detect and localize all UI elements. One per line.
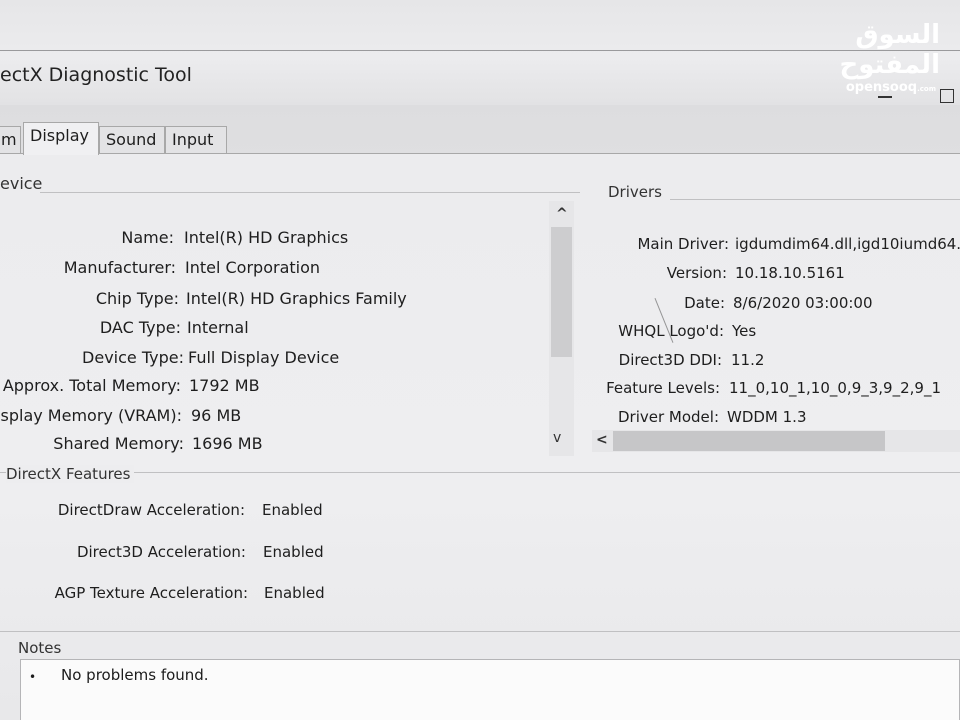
window-title: ectX Diagnostic Tool [0, 64, 192, 86]
note-item: No problems found. [61, 666, 209, 684]
note-bullet: • [29, 670, 37, 684]
main-driver-label: Main Driver: [637, 235, 729, 253]
total-memory-value: 1792 MB [189, 376, 260, 395]
notes-textbox[interactable]: • No problems found. [20, 659, 960, 720]
notes-group-border [0, 631, 960, 632]
watermark-arabic: السوق المفتوح [839, 20, 940, 80]
driver-version-value: 10.18.10.5161 [735, 264, 845, 282]
vram-label: Display Memory (VRAM): [0, 406, 182, 425]
driver-model-value: WDDM 1.3 [727, 408, 807, 426]
tab-input[interactable]: Input [165, 126, 227, 154]
window-titlebar: ectX Diagnostic Tool السوق المفتوح opens… [0, 0, 960, 105]
watermark-latin: opensooq.com [790, 80, 936, 97]
features-group-border [0, 472, 960, 473]
notes-group-title: Notes [18, 639, 62, 657]
maximize-button[interactable] [940, 89, 954, 103]
main-driver-value: igdumdim64.dll,igd10iumd64.dll,ig [735, 235, 960, 253]
d3d-ddi-value: 11.2 [731, 351, 765, 369]
watermark-domain: .com [917, 85, 936, 93]
driver-date-label: Date: [684, 294, 725, 312]
drivers-group-border [670, 199, 960, 200]
agp-texture-value: Enabled [264, 584, 325, 602]
driver-version-label: Version: [666, 264, 727, 282]
feature-levels-value: 11_0,10_1,10_0,9_3,9_2,9_1 [729, 379, 941, 397]
scroll-up-arrow[interactable]: ^ [556, 206, 568, 222]
driver-model-label: Driver Model: [617, 408, 719, 426]
drivers-scroll-thumb[interactable] [613, 431, 885, 451]
chip-type-value: Intel(R) HD Graphics Family [186, 289, 407, 308]
device-type-label: Device Type: [82, 348, 184, 367]
agp-texture-label: AGP Texture Acceleration: [54, 584, 248, 602]
total-memory-label: Approx. Total Memory: [2, 376, 181, 395]
watermark-latin-text: opensooq [845, 80, 918, 95]
device-group-title: evice [0, 174, 43, 193]
display-tab-panel: evice Name: Intel(R) HD Graphics Manufac… [0, 153, 960, 720]
chip-type-label: Chip Type: [95, 289, 179, 308]
scroll-down-arrow[interactable]: v [553, 430, 561, 446]
tab-display[interactable]: Display [23, 122, 99, 155]
dac-type-value: Internal [187, 318, 249, 337]
directx-features-title: DirectX Features [6, 465, 135, 483]
device-group-border [40, 192, 580, 193]
shared-memory-label: Shared Memory: [53, 434, 184, 453]
shared-memory-value: 1696 MB [192, 434, 263, 453]
manufacturer-label: Manufacturer: [63, 258, 176, 277]
dac-type-label: DAC Type: [99, 318, 181, 337]
watermark-logo: السوق المفتوح opensooq.com [790, 20, 940, 95]
directdraw-label: DirectDraw Acceleration: [57, 501, 245, 519]
device-type-value: Full Display Device [188, 348, 340, 367]
whql-value: Yes [732, 322, 757, 340]
drivers-group-title: Drivers [608, 183, 662, 201]
device-scroll-thumb[interactable] [551, 227, 572, 357]
whql-label: WHQL Logo'd: [618, 322, 724, 340]
device-name-value: Intel(R) HD Graphics [184, 228, 349, 247]
device-name-label: Name: [121, 228, 174, 247]
manufacturer-value: Intel Corporation [185, 258, 321, 277]
vram-value: 96 MB [191, 406, 242, 425]
d3d-ddi-label: Direct3D DDI: [618, 351, 722, 369]
feature-levels-label: Feature Levels: [606, 379, 720, 397]
scroll-left-arrow[interactable]: < [596, 432, 608, 448]
driver-date-value: 8/6/2020 03:00:00 [733, 294, 873, 312]
direct3d-label: Direct3D Acceleration: [76, 543, 246, 561]
direct3d-value: Enabled [263, 543, 324, 561]
tab-sound[interactable]: Sound [99, 126, 165, 154]
tab-system[interactable]: m [0, 126, 21, 154]
directdraw-value: Enabled [262, 501, 323, 519]
